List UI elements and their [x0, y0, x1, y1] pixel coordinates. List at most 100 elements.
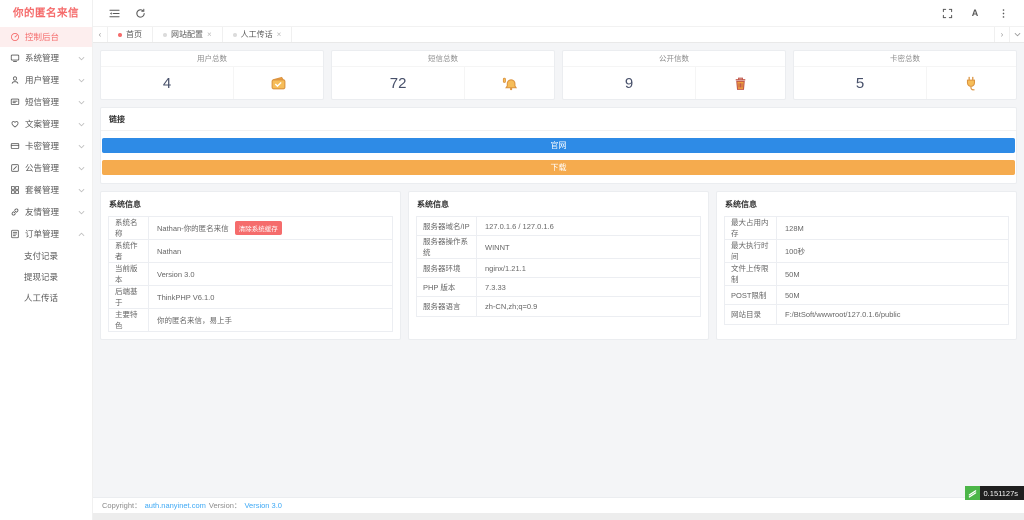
sidebar-item-withdraw-records[interactable]: 提现记录: [0, 266, 92, 287]
info-table: 服务器域名/IP 127.0.1.6 / 127.0.1.6 服务器操作系统 W…: [416, 216, 701, 317]
tabs-scroll-left-icon[interactable]: ‹: [93, 27, 108, 42]
chevron-down-icon: [78, 100, 85, 105]
tab-bar: ‹ 首页 网站配置 × 人工传话 × ›: [93, 27, 1024, 43]
links-panel: 链接 官网 下载: [100, 107, 1017, 184]
site-link[interactable]: auth.nanyinet.com: [145, 501, 206, 510]
row-label: 服务器环境: [417, 259, 477, 277]
message-icon: [9, 97, 20, 108]
row-value: zh-CN,zh;q=0.9: [477, 297, 545, 316]
sidebar-item-label: 卡密管理: [25, 140, 59, 152]
thinkphp-trace-icon: [965, 486, 980, 500]
sidebar-item-cardkey[interactable]: 卡密管理: [0, 135, 92, 157]
sidebar: 你的匿名来信 控制后台 系统管理 用户管理 短信管理: [0, 0, 93, 520]
collapse-menu-icon[interactable]: [106, 5, 122, 21]
stat-body: 9: [563, 67, 785, 99]
table-row: PHP 版本 7.3.33: [417, 278, 700, 297]
download-button[interactable]: 下载: [102, 160, 1015, 175]
content-area: 用户总数 4 短信总数 72: [93, 43, 1024, 497]
top-bar: A: [93, 0, 1024, 27]
sidebar-item-payment-records[interactable]: 支付记录: [0, 245, 92, 266]
stat-label: 卡密总数: [794, 51, 1016, 67]
app-logo: 你的匿名来信: [0, 0, 92, 27]
official-site-button[interactable]: 官网: [102, 138, 1015, 153]
table-row: 服务器语言 zh-CN,zh;q=0.9: [417, 297, 700, 316]
panel-title: 系统信息: [717, 192, 1016, 216]
sidebar-item-label: 文案管理: [25, 118, 59, 130]
row-label: 主要特色: [109, 309, 149, 331]
row-value: 127.0.1.6 / 127.0.1.6: [477, 217, 562, 235]
debug-trace-badge[interactable]: 0.151127s: [965, 486, 1024, 500]
sidebar-item-label: 公告管理: [25, 162, 59, 174]
row-value: F:/BtSoft/wwwroot/127.0.1.6/public: [777, 305, 908, 324]
row-value: Nathan: [149, 240, 189, 262]
clear-cache-button[interactable]: 清除系统缓存: [235, 221, 282, 235]
link-icon: [9, 207, 20, 218]
tab-dot: [163, 33, 167, 37]
tabs-menu-icon[interactable]: [1009, 27, 1024, 42]
row-value: 50M: [777, 263, 808, 285]
tab-label: 网站配置: [171, 29, 203, 40]
fullscreen-icon[interactable]: [939, 5, 955, 21]
refresh-icon[interactable]: [132, 5, 148, 21]
chevron-down-icon: [78, 56, 85, 61]
row-value-text: Nathan-你的匿名来信: [157, 223, 229, 234]
stat-body: 5: [794, 67, 1016, 99]
stat-label: 用户总数: [101, 51, 323, 67]
sidebar-item-sms[interactable]: 短信管理: [0, 91, 92, 113]
more-options-icon[interactable]: [995, 5, 1011, 21]
sidebar-item-label: 短信管理: [25, 96, 59, 108]
chevron-up-icon: [78, 232, 85, 237]
chevron-down-icon: [78, 78, 85, 83]
system-info-panel-3: 系统信息 最大占用内存 128M 最大执行时间 100秒 文件上传限制 50M: [716, 191, 1017, 340]
row-label: PHP 版本: [417, 278, 477, 296]
tab-home[interactable]: 首页: [108, 27, 153, 42]
sidebar-item-friendlinks[interactable]: 友情管理: [0, 201, 92, 223]
row-value: 你的匿名来信，易上手: [149, 309, 240, 331]
row-value: ThinkPHP V6.1.0: [149, 286, 222, 308]
stat-card-sms: 短信总数 72: [331, 50, 555, 100]
sidebar-item-manual-relay[interactable]: 人工传话: [0, 287, 92, 308]
tabs-scroll-right-icon[interactable]: ›: [994, 27, 1009, 42]
sidebar-item-copywriting[interactable]: 文案管理: [0, 113, 92, 135]
row-label: 网站目录: [725, 305, 777, 324]
panel-title: 系统信息: [101, 192, 400, 216]
sidebar-item-orders[interactable]: 订单管理: [0, 223, 92, 245]
table-row: 后端基于 ThinkPHP V6.1.0: [109, 286, 392, 309]
stat-body: 4: [101, 67, 323, 99]
user-icon: [9, 75, 20, 86]
system-info-panel-1: 系统信息 系统名称 Nathan-你的匿名来信 清除系统缓存 系统作者 Nath…: [100, 191, 401, 340]
main-area: A ‹ 首页 网站配置 × 人工传话 × ›: [93, 0, 1024, 520]
sidebar-item-dashboard[interactable]: 控制后台: [0, 27, 92, 47]
font-size-icon[interactable]: A: [967, 5, 983, 21]
row-label: 服务器操作系统: [417, 236, 477, 258]
table-row: 系统名称 Nathan-你的匿名来信 清除系统缓存: [109, 217, 392, 240]
sidebar-item-users[interactable]: 用户管理: [0, 69, 92, 91]
version-link[interactable]: Version 3.0: [244, 501, 282, 510]
table-row: 服务器环境 nginx/1.21.1: [417, 259, 700, 278]
tab-label: 人工传话: [241, 29, 273, 40]
stat-card-cardkeys: 卡密总数 5: [793, 50, 1017, 100]
topbar-right: A: [939, 5, 1011, 21]
trash-icon: [696, 67, 785, 99]
sidebar-item-notice[interactable]: 公告管理: [0, 157, 92, 179]
system-info-panel-2: 系统信息 服务器域名/IP 127.0.1.6 / 127.0.1.6 服务器操…: [408, 191, 709, 340]
order-icon: [9, 229, 20, 240]
tab-manual-relay[interactable]: 人工传话 ×: [223, 27, 293, 42]
tab-dot: [118, 33, 122, 37]
tab-site-config[interactable]: 网站配置 ×: [153, 27, 223, 42]
table-row: 最大占用内存 128M: [725, 217, 1008, 240]
stat-value: 4: [101, 67, 234, 99]
horizontal-scrollbar-track[interactable]: [93, 513, 1024, 520]
sidebar-child-label: 人工传话: [24, 292, 58, 304]
row-label: 最大执行时间: [725, 240, 777, 262]
row-label: POST限制: [725, 286, 777, 304]
close-icon[interactable]: ×: [277, 31, 282, 39]
stat-card-public-letters: 公开信数 9: [562, 50, 786, 100]
sidebar-item-packages[interactable]: 套餐管理: [0, 179, 92, 201]
row-value: 100秒: [777, 240, 813, 262]
row-value: WINNT: [477, 236, 518, 258]
sidebar-item-label: 系统管理: [25, 52, 59, 64]
sidebar-item-system[interactable]: 系统管理: [0, 47, 92, 69]
stat-value: 5: [794, 67, 927, 99]
close-icon[interactable]: ×: [207, 31, 212, 39]
